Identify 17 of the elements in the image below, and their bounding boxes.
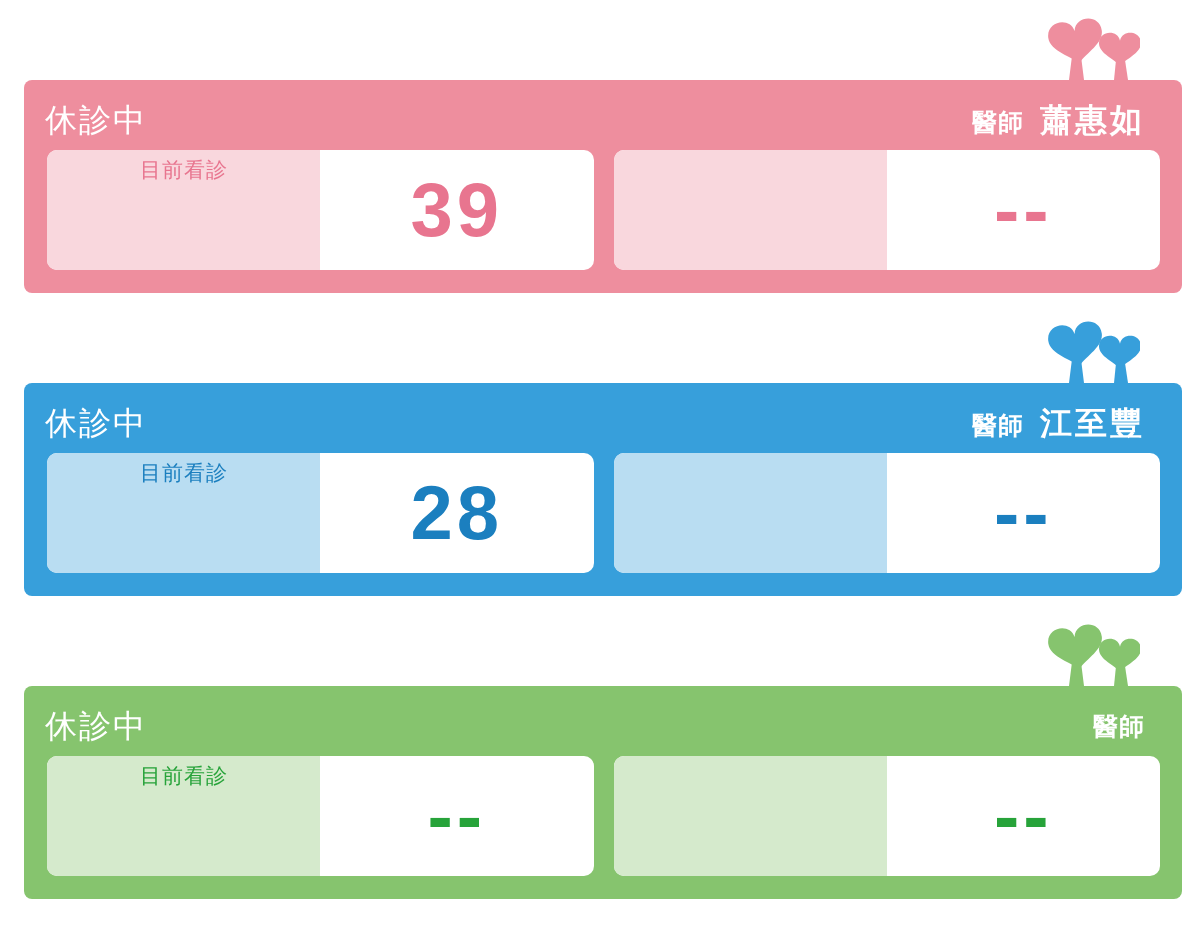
status-text: 休診中 <box>45 706 147 746</box>
current-label: 目前看診 <box>139 157 228 183</box>
queue-number: -- <box>994 778 1053 854</box>
doctor-name: 江至豐 <box>1040 403 1145 443</box>
queue-number: -- <box>994 172 1053 248</box>
current-label: 目前看診 <box>139 763 228 789</box>
doctor-label: 醫師 <box>972 106 1024 137</box>
doctor-label: 醫師 <box>972 409 1024 440</box>
queue-number: 39 <box>410 172 504 248</box>
doctor-label: 醫師 <box>1093 711 1145 741</box>
status-text: 休診中 <box>45 100 147 140</box>
current-label: 目前看診 <box>139 460 228 486</box>
queue-number: -- <box>994 475 1053 551</box>
queue-number: 28 <box>410 475 504 551</box>
doctor-name: 蕭惠如 <box>1040 100 1145 140</box>
queue-number: -- <box>427 778 487 854</box>
status-text: 休診中 <box>45 403 147 443</box>
